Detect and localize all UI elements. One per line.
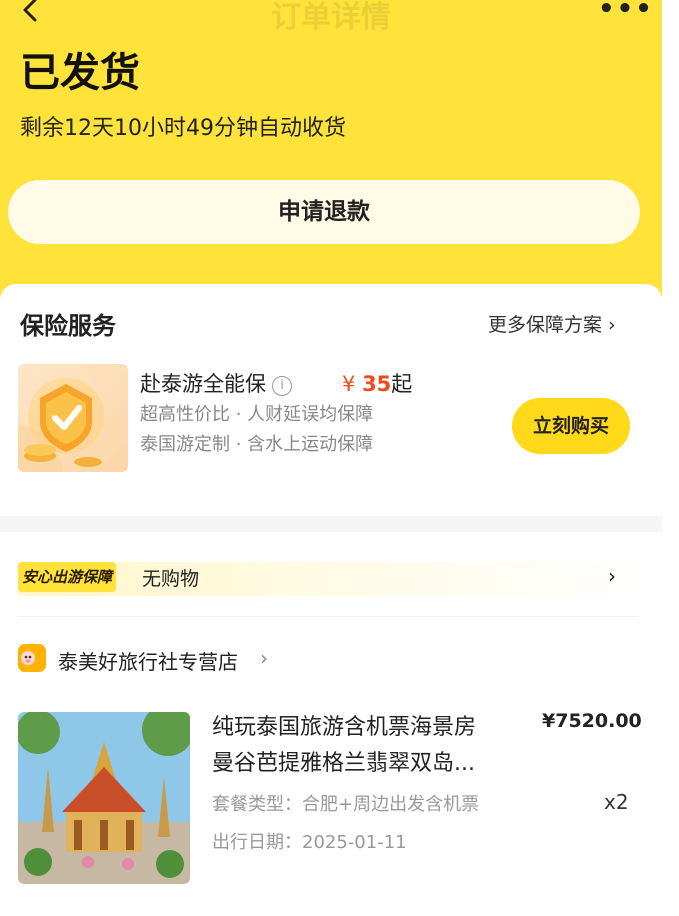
auto-receive-countdown: 剩余12天10小时49分钟自动收货 — [20, 116, 346, 141]
shop-name-link[interactable]: 泰美好旅行社专营店 — [58, 646, 238, 675]
package-type: 套餐类型：合肥+周边出发含机票 — [212, 794, 480, 815]
apply-refund-button[interactable]: 申请退款 — [8, 180, 640, 244]
insurance-price: ¥ 35起 — [342, 372, 413, 396]
guarantee-text: 无购物 — [142, 568, 200, 590]
divider — [18, 616, 638, 617]
insurance-section-title: 保险服务 — [20, 312, 116, 340]
product-price: ¥7520.00 — [542, 710, 642, 732]
right-edge-strip — [662, 0, 679, 916]
info-icon[interactable]: i — [272, 376, 292, 396]
nav-bar: 订单详情 ••• — [0, 0, 662, 35]
product-thumbnail[interactable] — [18, 712, 190, 884]
shield-check-icon — [18, 378, 104, 472]
order-status-title: 已发货 — [20, 50, 140, 96]
insurance-product-name: 赴泰游全能保 i — [140, 368, 292, 398]
travel-guarantee-row[interactable]: 安心出游保障 无购物 › — [18, 562, 638, 596]
product-title[interactable]: 纯玩泰国旅游含机票海景房 曼谷芭提雅格兰翡翠双岛... — [212, 710, 522, 782]
shop-logo-icon — [18, 644, 46, 672]
nav-title: 订单详情 — [271, 0, 391, 35]
chevron-right-icon: › — [608, 564, 616, 588]
order-card: 安心出游保障 无购物 › 泰美好旅行社专营店 › 纯玩泰国旅游含机票海景房 曼谷… — [0, 532, 662, 916]
product-quantity: x2 — [604, 790, 629, 814]
travel-date: 出行日期：2025-01-11 — [212, 832, 407, 853]
guarantee-badge: 安心出游保障 — [18, 562, 117, 592]
buy-now-button[interactable]: 立刻购买 — [512, 398, 630, 454]
insurance-card: 保险服务 更多保障方案 › 赴泰游全能保 i ¥ 35起 超高性价比 · 人财延误… — [0, 284, 662, 516]
insurance-feature-line-1: 超高性价比 · 人财延误均保障 — [140, 404, 374, 425]
temple-image — [18, 712, 190, 884]
more-plans-link[interactable]: 更多保障方案 › — [488, 310, 616, 337]
chevron-right-icon: › — [260, 646, 268, 670]
insurance-thumbnail — [18, 364, 128, 472]
more-dots-icon[interactable]: ••• — [598, 0, 654, 22]
insurance-feature-line-2: 泰国游定制 · 含水上运动保障 — [140, 434, 374, 455]
